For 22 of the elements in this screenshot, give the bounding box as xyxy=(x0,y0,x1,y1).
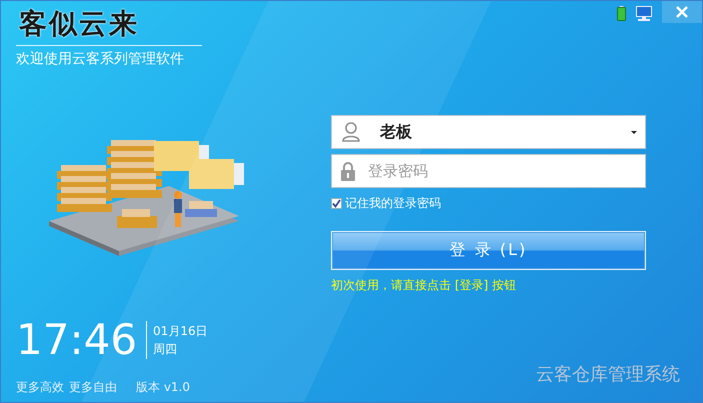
product-name: 云客仓库管理系统 xyxy=(536,363,680,386)
caret-icon xyxy=(631,130,637,134)
date-text: 01月16日 xyxy=(153,323,208,340)
logo-text: 客似云来 xyxy=(18,6,140,42)
user-icon xyxy=(342,122,360,142)
hint-text: 初次使用，请直接点击 [登录] 按钮 xyxy=(331,277,517,294)
slogan-text: 更多自由 xyxy=(69,379,117,396)
welcome-subtitle: 欢迎使用云客系列管理软件 xyxy=(16,50,185,68)
username-dropdown[interactable]: 老板 xyxy=(331,115,646,149)
login-button[interactable]: 登 录 (L) xyxy=(331,231,646,270)
slogan-text: 更多高效 xyxy=(16,379,64,396)
close-button[interactable] xyxy=(662,1,702,23)
remember-label[interactable]: 记住我的登录密码 xyxy=(345,195,441,212)
clock-time: 17:46 xyxy=(16,315,138,365)
version-text: 版本 v1.0 xyxy=(136,379,190,396)
remember-checkbox[interactable] xyxy=(331,198,342,209)
close-icon xyxy=(676,6,688,18)
password-field[interactable]: 登录密码 xyxy=(331,154,646,188)
lock-icon xyxy=(341,162,355,181)
battery-icon[interactable] xyxy=(617,6,626,21)
weekday-text: 周四 xyxy=(153,341,178,358)
monitor-icon[interactable] xyxy=(636,6,652,21)
